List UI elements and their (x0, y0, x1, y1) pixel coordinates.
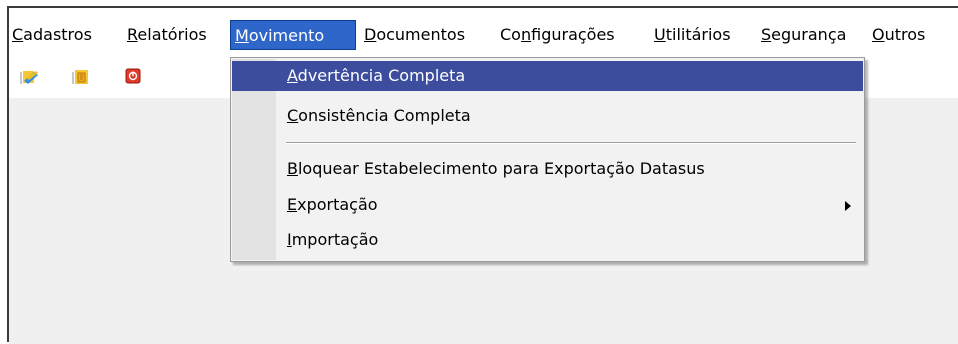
menu-item-exportacao[interactable]: Exportação (232, 190, 863, 220)
menu-separator (286, 142, 856, 144)
menu-utilitarios[interactable]: Utilitários (653, 20, 732, 50)
folder-document-icon[interactable] (71, 67, 91, 87)
menu-item-consistencia-completa[interactable]: Consistência Completa (232, 101, 863, 131)
menu-outros[interactable]: Outros (871, 20, 926, 50)
power-icon[interactable] (123, 67, 143, 87)
menu-bar: Cadastros Relatórios Movimento Documento… (9, 8, 958, 58)
menu-cadastros[interactable]: Cadastros (11, 20, 93, 50)
menu-item-advertencia-completa[interactable]: Advertência Completa (232, 61, 863, 91)
submenu-arrow-icon (845, 201, 851, 211)
folder-edit-icon[interactable] (19, 67, 39, 87)
menu-movimento[interactable]: Movimento (230, 20, 356, 50)
menu-documentos[interactable]: Documentos (363, 20, 466, 50)
app-window: Cadastros Relatórios Movimento Documento… (7, 6, 958, 344)
menu-configuracoes[interactable]: Configurações (499, 20, 616, 50)
menu-item-importacao[interactable]: Importação (232, 225, 863, 255)
movimento-dropdown-menu: Advertência Completa Consistência Comple… (230, 57, 865, 262)
menu-item-bloquear-estabelecimento[interactable]: Bloquear Estabelecimento para Exportação… (232, 154, 863, 184)
menu-seguranca[interactable]: Segurança (760, 20, 847, 50)
menu-relatorios[interactable]: Relatórios (126, 20, 208, 50)
